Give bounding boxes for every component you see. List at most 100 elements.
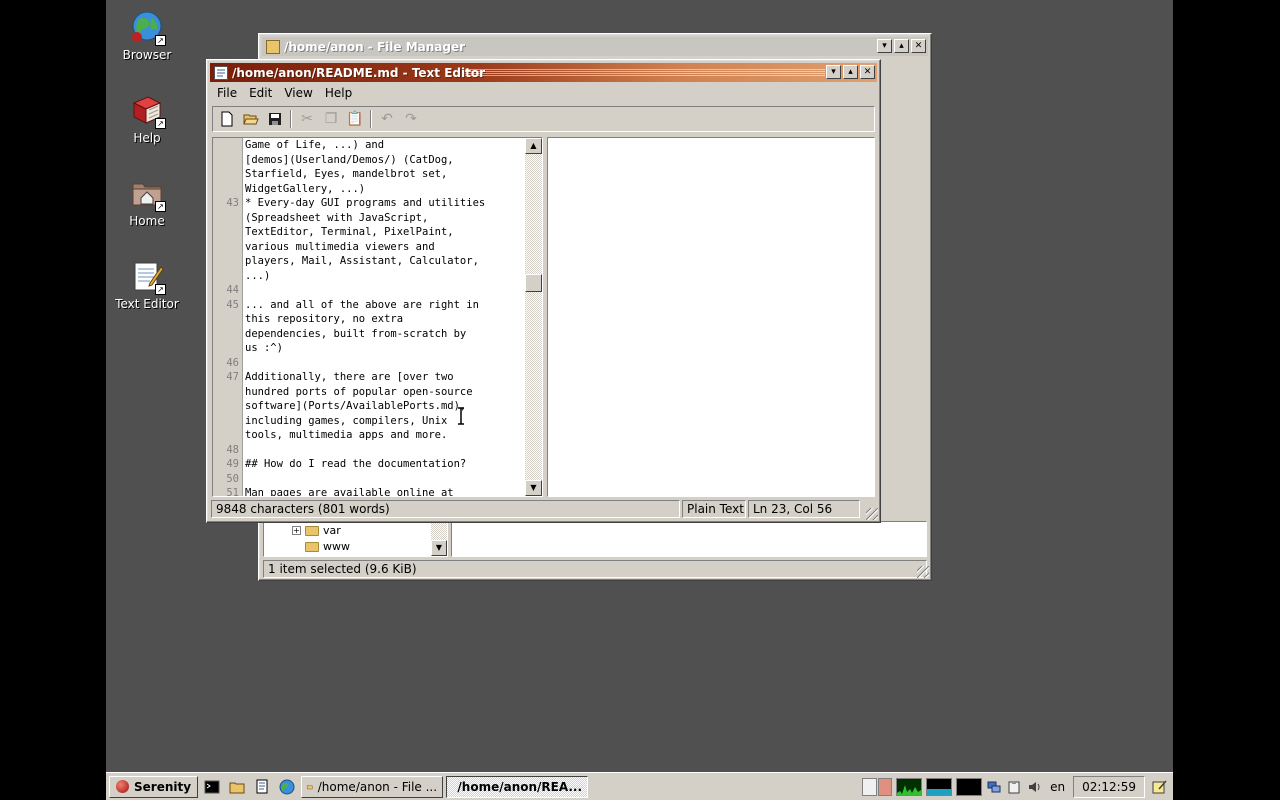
file-manager-titlebar[interactable]: /home/anon - File Manager ▾ ▴ ✕ xyxy=(262,37,928,56)
desktop-icon-home[interactable]: ↗ Home xyxy=(107,176,187,228)
scissors-icon: ✂ xyxy=(301,111,313,127)
editor-line[interactable]: [demos](Userland/Demos/) (CatDog, xyxy=(245,153,524,168)
cursor-position: Ln 23, Col 56 xyxy=(748,500,860,518)
editor-line[interactable] xyxy=(245,472,524,487)
redo-button[interactable]: ↷ xyxy=(399,108,423,130)
text-cursor-icon xyxy=(457,407,464,425)
scroll-thumb[interactable] xyxy=(525,274,542,292)
cut-button[interactable]: ✂ xyxy=(295,108,319,130)
character-count: 9848 characters (801 words) xyxy=(211,500,680,518)
syntax-mode[interactable]: Plain Text xyxy=(682,500,746,518)
text-editor-titlebar[interactable]: /home/anon/README.md - Text Editor ▾ ▴ ✕ xyxy=(210,63,877,82)
file-list[interactable] xyxy=(451,521,927,557)
editor-text[interactable]: Game of Life, ...) and [demos](Userland/D… xyxy=(245,138,524,496)
editor-line[interactable]: Starfield, Eyes, mandelbrot set, xyxy=(245,167,524,182)
editor-line[interactable] xyxy=(245,356,524,371)
editor-line[interactable] xyxy=(245,283,524,298)
editor-line[interactable]: * Every-day GUI programs and utilities xyxy=(245,196,524,211)
network-graph-icon[interactable] xyxy=(956,777,983,796)
desktop-icon-help[interactable]: ↗ Help xyxy=(107,93,187,145)
file-manager-launcher[interactable] xyxy=(226,776,248,798)
editor-line[interactable]: hundred ports of popular open-source xyxy=(245,385,524,400)
editor-line[interactable]: various multimedia viewers and xyxy=(245,240,524,255)
line-number xyxy=(213,341,242,356)
browser-launcher[interactable] xyxy=(276,776,298,798)
clock[interactable]: 02:12:59 xyxy=(1073,775,1145,798)
editor-line[interactable]: WidgetGallery, ...) xyxy=(245,182,524,197)
line-number xyxy=(213,414,242,429)
tree-item-var[interactable]: + var xyxy=(292,524,341,537)
editor-line[interactable]: Game of Life, ...) and xyxy=(245,138,524,153)
paste-button[interactable]: 📋 xyxy=(343,108,367,130)
editor-line[interactable]: Man pages are available online at xyxy=(245,486,524,496)
resize-grip[interactable] xyxy=(866,508,878,520)
scroll-down-button[interactable]: ▼ xyxy=(431,540,447,556)
undo-icon: ↶ xyxy=(381,111,393,127)
editor-line[interactable]: this repository, no extra xyxy=(245,312,524,327)
editor-line[interactable] xyxy=(245,443,524,458)
desktop-icon-text-editor[interactable]: ↗ Text Editor xyxy=(107,259,187,311)
tree-item-www[interactable]: www xyxy=(305,540,350,553)
cpu-graph-icon[interactable] xyxy=(896,777,923,796)
maximize-button[interactable]: ▴ xyxy=(894,39,909,53)
editor-line[interactable]: ... and all of the above are right in xyxy=(245,298,524,313)
editor-line[interactable]: software](Ports/AvailablePorts.md), xyxy=(245,399,524,414)
preview-pane[interactable] xyxy=(547,137,875,497)
scroll-down-button[interactable]: ▼ xyxy=(525,480,542,496)
resize-grip[interactable] xyxy=(917,566,929,578)
text-editor-window[interactable]: /home/anon/README.md - Text Editor ▾ ▴ ✕… xyxy=(206,59,881,523)
notepad-icon xyxy=(214,65,228,80)
editor-line[interactable]: ## How do I read the documentation? xyxy=(245,457,524,472)
undo-button[interactable]: ↶ xyxy=(375,108,399,130)
volume-icon[interactable] xyxy=(1026,776,1042,798)
editor-line[interactable]: including games, compilers, Unix xyxy=(245,414,524,429)
selection-status: 1 item selected (9.6 KiB) xyxy=(263,560,927,578)
open-button[interactable] xyxy=(239,108,263,130)
editor-line[interactable]: players, Mail, Assistant, Calculator, xyxy=(245,254,524,269)
new-file-button[interactable] xyxy=(215,108,239,130)
editor-line[interactable]: Additionally, there are [over two xyxy=(245,370,524,385)
editor-line[interactable]: TextEditor, Terminal, PixelPaint, xyxy=(245,225,524,240)
close-button[interactable]: ✕ xyxy=(911,39,926,53)
editor-line[interactable]: ...) xyxy=(245,269,524,284)
menu-help[interactable]: Help xyxy=(319,84,358,104)
workspace-switcher[interactable] xyxy=(862,777,893,796)
keyboard-layout[interactable]: en xyxy=(1046,780,1069,794)
copy-button[interactable]: ❐ xyxy=(319,108,343,130)
network-icon[interactable] xyxy=(986,776,1002,798)
menu-file[interactable]: File xyxy=(211,84,243,104)
editor-line[interactable]: dependencies, built from-scratch by xyxy=(245,327,524,342)
maximize-button[interactable]: ▴ xyxy=(843,65,858,79)
scroll-up-button[interactable]: ▲ xyxy=(525,138,542,154)
clipboard-icon[interactable] xyxy=(1006,776,1022,798)
desktop-icon-browser[interactable]: ↗ Browser xyxy=(107,10,187,62)
globe-icon: ↗ xyxy=(130,10,166,46)
terminal-launcher[interactable] xyxy=(201,776,223,798)
close-button[interactable]: ✕ xyxy=(860,65,875,79)
editor-line[interactable]: (Spreadsheet with JavaScript, xyxy=(245,211,524,226)
expand-icon[interactable]: + xyxy=(292,526,301,535)
minimize-button[interactable]: ▾ xyxy=(877,39,892,53)
task-file-manager[interactable]: /home/anon - File ... xyxy=(301,775,444,798)
menu-view[interactable]: View xyxy=(278,84,318,104)
notes-icon[interactable] xyxy=(1149,776,1169,798)
tree-scrollbar[interactable]: ▼ xyxy=(431,522,447,556)
line-number: 48 xyxy=(226,443,239,456)
menu-edit[interactable]: Edit xyxy=(243,84,278,104)
start-button[interactable]: Serenity xyxy=(109,775,199,798)
editor-line[interactable]: tools, multimedia apps and more. xyxy=(245,428,524,443)
editor-scrollbar[interactable]: ▲ ▼ xyxy=(525,138,542,496)
save-button[interactable] xyxy=(263,108,287,130)
text-editor-area[interactable]: 43 44 45 46 47 48 49 50 51 Game of Life, ...) an… xyxy=(212,137,543,497)
minimize-button[interactable]: ▾ xyxy=(826,65,841,79)
task-label: /home/anon/REA... xyxy=(457,779,583,794)
editor-line[interactable]: us :^) xyxy=(245,341,524,356)
text-editor-launcher[interactable] xyxy=(251,776,273,798)
memory-graph-icon[interactable] xyxy=(926,777,953,796)
toolbar-separator xyxy=(290,110,292,128)
line-number xyxy=(213,240,242,255)
new-file-icon xyxy=(221,111,233,127)
copy-icon: ❐ xyxy=(324,111,338,127)
task-text-editor[interactable]: /home/anon/REA... xyxy=(446,775,589,798)
directory-tree[interactable]: + var www ▼ xyxy=(263,521,448,557)
